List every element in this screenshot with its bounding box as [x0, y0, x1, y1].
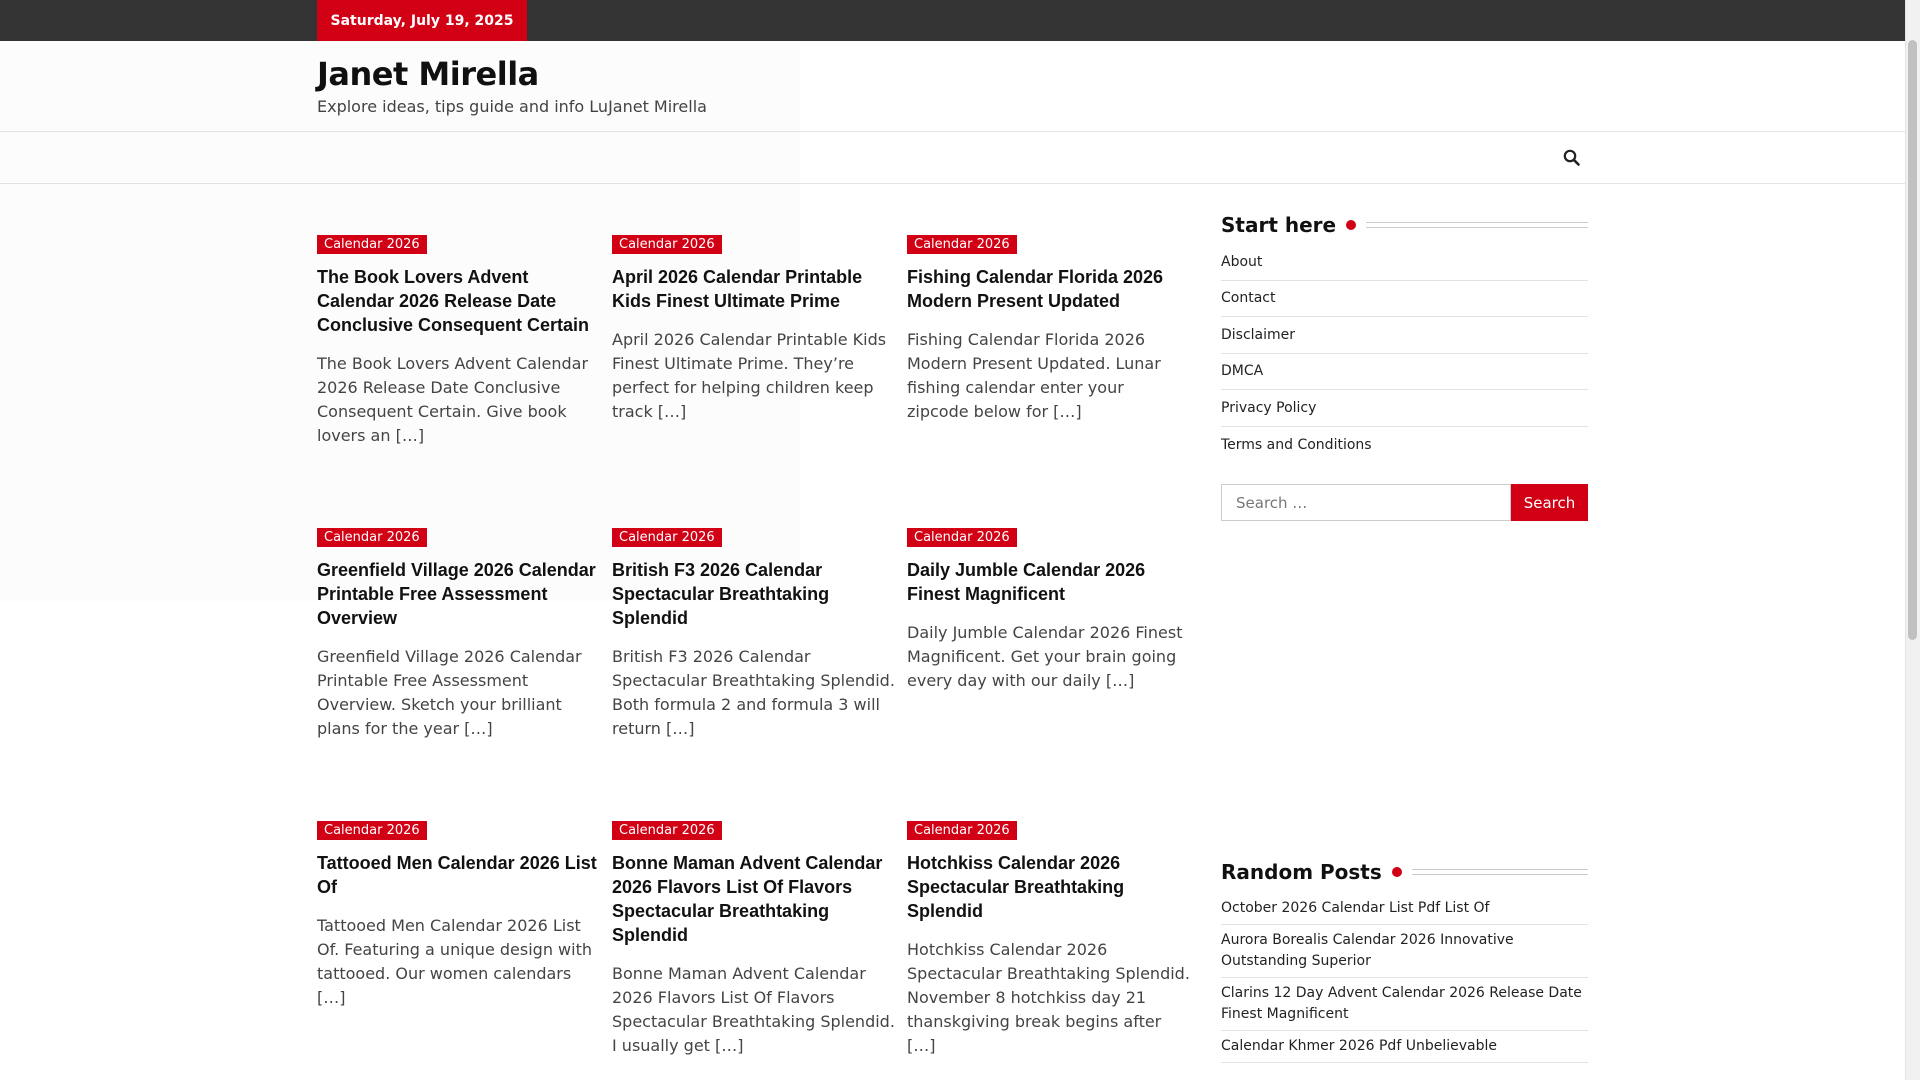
page-link-terms[interactable]: Terms and Conditions: [1221, 427, 1588, 464]
post-card: Calendar 2026 April 2026 Calendar Printa…: [612, 233, 895, 424]
post-excerpt: Tattooed Men Calendar 2026 List Of. Feat…: [317, 916, 592, 1007]
post-title[interactable]: Bonne Maman Advent Calendar 2026 Flavors…: [612, 851, 895, 947]
category-badge[interactable]: Calendar 2026: [317, 528, 427, 547]
main-navigation: [0, 132, 1905, 184]
post-card: Calendar 2026 Bonne Maman Advent Calenda…: [612, 819, 895, 1058]
random-posts-widget: Random Posts October 2026 Calendar List …: [1221, 857, 1588, 1063]
post-title[interactable]: The Book Lovers Advent Calendar 2026 Rel…: [317, 265, 600, 337]
category-badge[interactable]: Calendar 2026: [907, 821, 1017, 840]
widget-title-random-posts: Random Posts: [1221, 857, 1588, 887]
post-card: Calendar 2026 Daily Jumble Calendar 2026…: [907, 526, 1190, 693]
category-badge[interactable]: Calendar 2026: [907, 235, 1017, 254]
post-title[interactable]: British F3 2026 Calendar Spectacular Bre…: [612, 558, 895, 630]
post-excerpt: Hotchkiss Calendar 2026 Spectacular Brea…: [907, 940, 1190, 1055]
site-header: Janet Mirella Explore ideas, tips guide …: [0, 41, 1905, 132]
widget-title-text: Start here: [1221, 213, 1337, 237]
page-scrollbar[interactable]: [1905, 0, 1920, 1080]
post-card: Calendar 2026 The Book Lovers Advent Cal…: [317, 233, 600, 448]
category-badge[interactable]: Calendar 2026: [317, 821, 427, 840]
page-link-contact[interactable]: Contact: [1221, 281, 1588, 317]
post-excerpt: Fishing Calendar Florida 2026 Modern Pre…: [907, 330, 1161, 421]
category-badge[interactable]: Calendar 2026: [317, 235, 427, 254]
page-link-dmca[interactable]: DMCA: [1221, 354, 1588, 390]
post-excerpt: Greenfield Village 2026 Calendar Printab…: [317, 647, 582, 738]
scrollbar-thumb[interactable]: [1908, 40, 1917, 640]
post-card: Calendar 2026 Tattooed Men Calendar 2026…: [317, 819, 600, 1010]
sidebar-search-form: Search: [1221, 484, 1588, 521]
top-bar: Saturday, July 19, 2025: [0, 0, 1905, 41]
post-excerpt: British F3 2026 Calendar Spectacular Bre…: [612, 647, 895, 738]
post-title[interactable]: April 2026 Calendar Printable Kids Fines…: [612, 265, 895, 313]
title-dot-icon: [1346, 220, 1357, 230]
category-badge[interactable]: Calendar 2026: [907, 528, 1017, 547]
post-title[interactable]: Hotchkiss Calendar 2026 Spectacular Brea…: [907, 851, 1190, 923]
category-badge[interactable]: Calendar 2026: [612, 235, 722, 254]
post-title[interactable]: Fishing Calendar Florida 2026 Modern Pre…: [907, 265, 1190, 313]
page-link-about[interactable]: About: [1221, 244, 1588, 281]
category-badge[interactable]: Calendar 2026: [612, 821, 722, 840]
post-card: Calendar 2026 Fishing Calendar Florida 2…: [907, 233, 1190, 424]
title-divider: [1411, 869, 1588, 875]
random-post-link[interactable]: October 2026 Calendar List Pdf List Of: [1221, 893, 1588, 925]
title-dot-icon: [1391, 867, 1402, 877]
sidebar: Start here About Contact Disclaimer DMCA…: [1221, 210, 1588, 463]
site-description: Explore ideas, tips guide and info LuJan…: [317, 97, 707, 116]
post-title[interactable]: Greenfield Village 2026 Calendar Printab…: [317, 558, 600, 630]
random-post-link[interactable]: Clarins 12 Day Advent Calendar 2026 Rele…: [1221, 978, 1588, 1031]
date-badge: Saturday, July 19, 2025: [317, 0, 527, 41]
post-excerpt: Bonne Maman Advent Calendar 2026 Flavors…: [612, 964, 895, 1055]
post-excerpt: The Book Lovers Advent Calendar 2026 Rel…: [317, 354, 589, 445]
post-excerpt: Daily Jumble Calendar 2026 Finest Magnif…: [907, 623, 1183, 690]
search-input[interactable]: [1221, 484, 1511, 521]
post-title[interactable]: Daily Jumble Calendar 2026 Finest Magnif…: [907, 558, 1190, 606]
page-list: About Contact Disclaimer DMCA Privacy Po…: [1221, 244, 1588, 463]
page-link-privacy-policy[interactable]: Privacy Policy: [1221, 390, 1588, 427]
post-excerpt: April 2026 Calendar Printable Kids Fines…: [612, 330, 887, 421]
post-card: Calendar 2026 British F3 2026 Calendar S…: [612, 526, 895, 741]
site-title[interactable]: Janet Mirella: [317, 55, 539, 93]
post-title[interactable]: Tattooed Men Calendar 2026 List Of: [317, 851, 600, 899]
post-card: Calendar 2026 Hotchkiss Calendar 2026 Sp…: [907, 819, 1190, 1058]
random-post-link[interactable]: Calendar Khmer 2026 Pdf Unbelievable: [1221, 1031, 1588, 1063]
title-divider: [1366, 222, 1588, 228]
widget-title-start-here: Start here: [1221, 210, 1588, 240]
random-post-list: October 2026 Calendar List Pdf List Of A…: [1221, 893, 1588, 1063]
random-post-link[interactable]: Aurora Borealis Calendar 2026 Innovative…: [1221, 925, 1588, 978]
search-icon[interactable]: [1562, 148, 1582, 168]
search-button[interactable]: Search: [1511, 484, 1588, 521]
page-link-disclaimer[interactable]: Disclaimer: [1221, 317, 1588, 354]
category-badge[interactable]: Calendar 2026: [612, 528, 722, 547]
widget-title-text: Random Posts: [1221, 860, 1382, 884]
post-card: Calendar 2026 Greenfield Village 2026 Ca…: [317, 526, 600, 741]
